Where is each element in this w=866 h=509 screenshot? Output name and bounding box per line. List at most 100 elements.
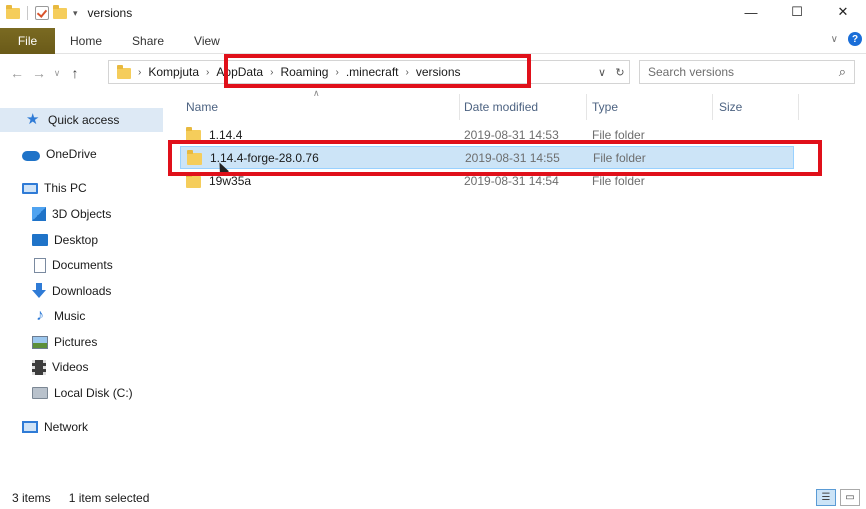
breadcrumb-separator[interactable]: › xyxy=(335,67,338,78)
help-icon[interactable]: ? xyxy=(848,32,862,46)
sidebar-item-downloads[interactable]: Downloads xyxy=(32,279,111,303)
breadcrumb-separator[interactable]: › xyxy=(406,67,409,78)
address-tail: ∨ ↻ xyxy=(593,61,629,83)
folder-icon xyxy=(186,173,201,188)
column-divider[interactable] xyxy=(798,94,799,120)
column-header-type[interactable]: Type xyxy=(592,96,618,118)
sidebar-item-label: Downloads xyxy=(52,284,112,298)
desktop-icon xyxy=(32,234,48,246)
up-button[interactable]: ↑ xyxy=(64,62,86,84)
file-name: 19w35a xyxy=(209,173,252,188)
sidebar-item-documents[interactable]: Documents xyxy=(32,253,113,277)
column-header-size[interactable]: Size xyxy=(719,96,742,118)
customize-toolbar-icon[interactable]: ▾ xyxy=(73,8,78,19)
table-row[interactable]: 1.14.4-forge-28.0.76 2019-08-31 14:55 Fi… xyxy=(180,146,794,169)
file-name-cell: 19w35a xyxy=(186,173,251,188)
expand-ribbon-icon[interactable]: ∨ xyxy=(831,34,838,45)
sidebar-item-onedrive[interactable]: OneDrive xyxy=(22,142,97,166)
sidebar-item-label: Network xyxy=(44,420,89,434)
tab-home[interactable]: Home xyxy=(55,28,117,54)
details-view-icon[interactable]: ☰ xyxy=(816,489,836,506)
breadcrumb-separator[interactable]: › xyxy=(206,67,209,78)
sidebar-item-label: Pictures xyxy=(54,335,98,349)
breadcrumb-roaming[interactable]: Roaming xyxy=(280,65,328,79)
breadcrumb-minecraft[interactable]: .minecraft xyxy=(346,65,399,79)
file-type: File folder xyxy=(593,150,646,165)
table-row[interactable]: 19w35a 2019-08-31 14:54 File folder xyxy=(180,169,794,192)
disk-icon xyxy=(32,387,48,399)
title-bar: ▾ versions — ☐ ✕ xyxy=(0,0,866,26)
videos-icon xyxy=(32,359,46,375)
sidebar-item-quick-access[interactable]: ★ Quick access xyxy=(0,108,163,132)
file-type: File folder xyxy=(592,127,645,142)
breadcrumb-versions[interactable]: versions xyxy=(416,65,461,79)
ribbon-tabs: File Home Share View ∨ ? xyxy=(0,27,866,54)
file-name: 1.14.4-forge-28.0.76 xyxy=(210,150,319,165)
sidebar-item-music[interactable]: ♪ Music xyxy=(32,304,85,328)
computer-icon xyxy=(22,182,38,194)
sidebar-item-pictures[interactable]: Pictures xyxy=(32,330,97,354)
file-list: ∧ Name Date modified Type Size 1.14.4 20… xyxy=(168,88,866,481)
breadcrumb-kompjuta[interactable]: Kompjuta xyxy=(148,65,199,79)
column-divider[interactable] xyxy=(459,94,460,120)
column-header-name[interactable]: Name xyxy=(186,96,218,118)
close-button[interactable]: ✕ xyxy=(820,0,866,24)
sidebar-item-3d-objects[interactable]: 3D Objects xyxy=(32,202,111,226)
search-box[interactable]: ⌕ xyxy=(639,60,855,84)
minimize-button[interactable]: — xyxy=(728,0,774,24)
properties-icon[interactable] xyxy=(35,6,49,20)
file-date: 2019-08-31 14:55 xyxy=(465,150,560,165)
column-divider[interactable] xyxy=(712,94,713,120)
file-name: 1.14.4 xyxy=(209,127,243,142)
column-divider[interactable] xyxy=(586,94,587,120)
selection-info: 1 item selected xyxy=(68,490,150,505)
sidebar-item-label: Quick access xyxy=(48,113,120,127)
tab-share[interactable]: Share xyxy=(117,28,179,54)
tab-view[interactable]: View xyxy=(179,28,235,54)
folder-icon xyxy=(186,127,201,142)
download-icon xyxy=(32,283,46,299)
navigation-pane: ★ Quick access OneDrive This PC 3D Objec… xyxy=(0,96,166,481)
file-date: 2019-08-31 14:53 xyxy=(464,127,559,142)
sidebar-item-network[interactable]: Network xyxy=(22,415,88,439)
breadcrumb-separator[interactable]: › xyxy=(138,67,141,78)
sidebar-item-local-disk[interactable]: Local Disk (C:) xyxy=(32,381,133,405)
folder-icon xyxy=(6,4,20,19)
pictures-icon xyxy=(32,335,48,349)
refresh-icon[interactable]: ↻ xyxy=(611,66,629,79)
quick-access-toolbar: ▾ xyxy=(6,4,78,20)
file-name-cell: 1.14.4 xyxy=(186,127,242,142)
address-dropdown-icon[interactable]: ∨ xyxy=(593,66,611,79)
tab-file[interactable]: File xyxy=(0,27,55,54)
recent-locations-button[interactable]: ∨ xyxy=(50,62,64,84)
sidebar-item-label: OneDrive xyxy=(46,147,97,161)
ribbon-right: ∨ ? xyxy=(831,32,862,46)
sort-ascending-icon: ∧ xyxy=(313,88,320,98)
column-header-date[interactable]: Date modified xyxy=(464,96,538,118)
view-switcher: ☰ ▭ xyxy=(816,489,860,506)
file-type: File folder xyxy=(592,173,645,188)
maximize-button[interactable]: ☐ xyxy=(774,0,820,24)
sidebar-item-label: Desktop xyxy=(54,233,99,247)
search-input[interactable] xyxy=(648,65,828,79)
breadcrumb-appdata[interactable]: AppData xyxy=(216,65,263,79)
file-date: 2019-08-31 14:54 xyxy=(464,173,559,188)
toolbar-divider xyxy=(27,6,28,20)
music-icon: ♪ xyxy=(36,307,44,324)
sidebar-item-videos[interactable]: Videos xyxy=(32,355,88,379)
address-bar[interactable]: › Kompjuta › AppData › Roaming › .minecr… xyxy=(108,60,630,84)
sidebar-item-label: This PC xyxy=(44,181,87,195)
sidebar-item-desktop[interactable]: Desktop xyxy=(32,228,98,252)
folder-icon xyxy=(187,150,202,165)
large-icons-view-icon[interactable]: ▭ xyxy=(840,489,860,506)
status-bar: 3 items 1 item selected ☰ ▭ xyxy=(0,486,866,509)
back-button[interactable]: ← xyxy=(6,62,28,84)
sidebar-item-label: Music xyxy=(54,309,86,323)
address-row: ← → ∨ ↑ › Kompjuta › AppData › Roaming ›… xyxy=(0,58,866,88)
new-folder-icon[interactable] xyxy=(53,4,67,19)
file-name-cell: 1.14.4-forge-28.0.76 xyxy=(187,150,319,165)
table-row[interactable]: 1.14.4 2019-08-31 14:53 File folder xyxy=(180,123,794,146)
breadcrumb-separator[interactable]: › xyxy=(270,67,273,78)
sidebar-item-this-pc[interactable]: This PC xyxy=(22,176,87,200)
forward-button[interactable]: → xyxy=(28,62,50,84)
